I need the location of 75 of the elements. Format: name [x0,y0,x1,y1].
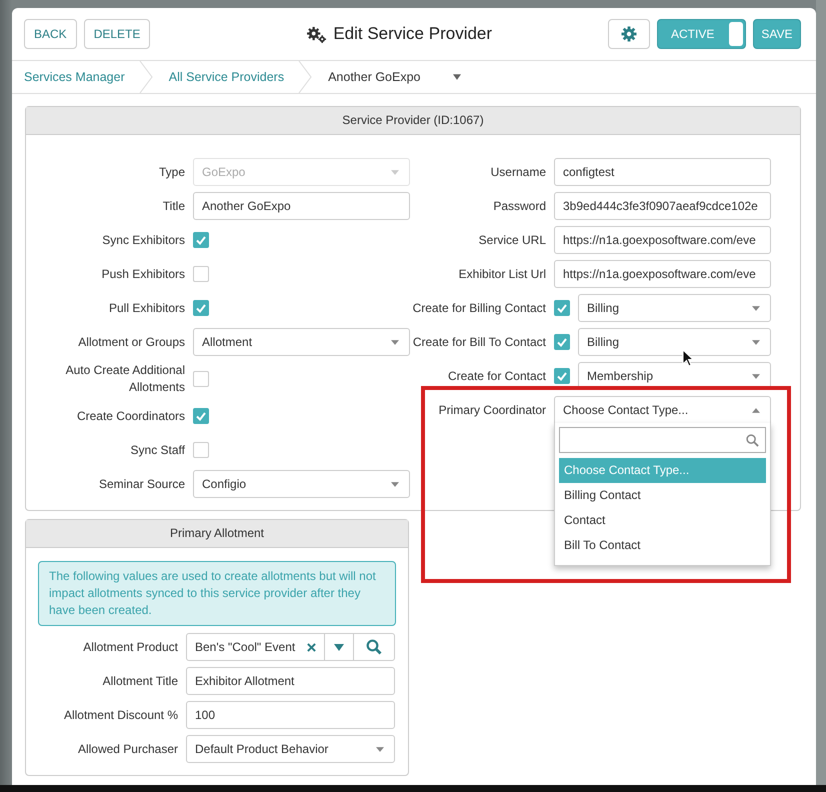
dropdown-icon [752,408,760,412]
cursor-icon [682,349,694,367]
settings-icon [620,26,637,42]
select-field[interactable]: Billing [578,328,771,356]
checkbox[interactable] [193,300,209,316]
checkbox[interactable] [193,266,209,282]
text-field[interactable]: 3b9ed444c3fe3f0907aeaf9cdce102e [554,192,771,220]
field-label: Username [490,164,546,180]
text-field[interactable]: https://n1a.goexposoftware.com/eve [554,226,771,254]
dropdown-icon [376,746,384,752]
clear-icon[interactable] [307,642,316,652]
field-label: Exhibitor List Url [458,266,546,282]
field-label: Allotment Title [102,672,178,690]
field-label: Create for Contact [446,368,546,384]
field-label: Password [492,198,546,214]
gears-icon [306,26,328,42]
field-label: Sync Exhibitors [101,232,185,248]
panel-header: Primary Allotment [26,520,408,548]
field-label: Allowed Purchaser [76,740,178,758]
field-label: Seminar Source [98,476,185,492]
breadcrumb-current[interactable]: Another GoExpo [328,70,420,84]
field-label: Create for Billing Contact [412,300,546,316]
dropdown-icon[interactable] [334,644,344,650]
toolbar-button[interactable]: BACK [24,19,77,49]
field-label: Title [162,198,185,214]
select-field[interactable]: Billing [578,294,771,322]
checkbox[interactable] [193,371,209,387]
field-label: Auto Create Additional Allotments [64,362,185,396]
text-field[interactable]: Exhibitor Allotment [186,667,395,695]
field-label: Push Exhibitors [100,266,185,282]
checkbox[interactable] [193,232,209,248]
dropdown-option[interactable]: Contact [559,508,766,533]
dropdown-icon [391,482,399,486]
checkbox[interactable] [554,300,570,316]
dropdown-option[interactable]: Bill To Contact [559,533,766,558]
dropdown-icon [391,340,399,344]
checkbox[interactable] [554,334,570,350]
page-title: Edit Service Provider [333,24,492,44]
settings-button[interactable] [608,19,650,49]
field-label: Pull Exhibitors [108,300,185,316]
panel-header: Service Provider (ID:1067) [26,107,800,135]
field-label: Allotment or Groups [77,334,185,350]
caret-icon[interactable] [452,74,460,80]
breadcrumb-link[interactable]: All Service Providers [168,70,284,84]
select-field[interactable]: Configio [193,470,410,498]
field-label: Allotment Product [82,638,178,656]
dropdown-option[interactable]: Billing Contact [559,483,766,508]
search-icon[interactable] [366,639,382,655]
search-icon [746,434,759,446]
text-field[interactable]: Another GoExpo [193,192,410,220]
info-notice: The following values are used to create allotments but will not impact allotments synced to this service provider after they have been created. [38,561,396,626]
dropdown-icon [752,374,760,378]
text-field[interactable]: https://n1a.goexposoftware.com/eve [554,260,771,288]
field-label: Sync Staff [130,442,185,458]
breadcrumb-link[interactable]: Services Manager [24,70,125,84]
field-label: Create Coordinators [76,408,185,424]
field-label: Type [158,164,185,180]
checkbox[interactable] [193,442,209,458]
field-label: Create for Bill To Contact [412,334,546,350]
select-field[interactable]: Choose Contact Type... [554,396,771,424]
field-label: Primary Coordinator [438,402,546,418]
select-field[interactable]: Allotment [193,328,410,356]
dropdown-icon [752,306,760,310]
dropdown-icon [752,340,760,344]
text-field[interactable]: configtest [554,158,771,186]
select-field[interactable]: Default Product Behavior [186,735,395,763]
checkbox[interactable] [193,408,209,424]
dropdown-icon [391,170,399,174]
search-field[interactable] [559,427,766,453]
toolbar-button[interactable]: DELETE [84,19,150,49]
product-picker[interactable]: Ben's "Cool" Event [186,633,395,661]
checkbox[interactable] [554,368,570,384]
field-label: Service URL [478,232,546,248]
text-field[interactable]: 100 [186,701,395,729]
field-label: Allotment Discount % [62,706,178,724]
